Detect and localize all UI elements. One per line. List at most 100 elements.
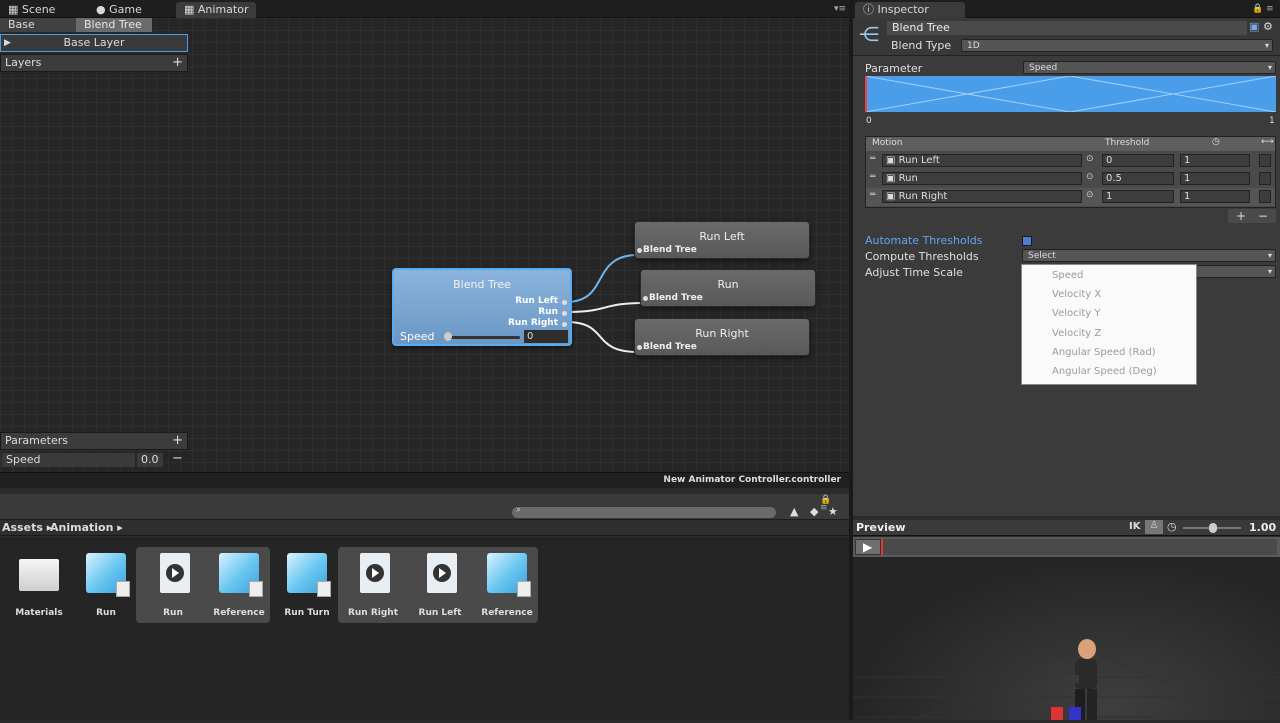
blend-tree-node[interactable]: Blend Tree Run Left Run Run Right Speed … — [392, 268, 572, 346]
header-threshold: Threshold — [1105, 138, 1150, 148]
drag-handle-icon[interactable]: ═ — [870, 172, 875, 182]
popup-option-velocity-x[interactable]: Velocity X — [1052, 289, 1101, 300]
port-run[interactable] — [562, 311, 567, 316]
controller-file-name: New Animator Controller.controller — [663, 475, 841, 485]
motion-row-run: ═ ▣ Run ⊙ 0.5 1 — [866, 170, 1275, 188]
blend-speed-slider-knob[interactable] — [444, 332, 452, 341]
motion-field[interactable]: ▣ Run Right — [882, 190, 1082, 203]
parameter-name-field[interactable]: Speed — [2, 453, 135, 467]
popup-option-velocity-z[interactable]: Velocity Z — [1052, 328, 1101, 339]
compute-thresholds-value: Select — [1028, 251, 1056, 261]
help-book-icon[interactable]: ▣ — [1249, 20, 1259, 33]
node-run-right[interactable]: Run Right Blend Tree — [634, 318, 810, 356]
connection-run-left — [565, 254, 639, 303]
node-run-port[interactable] — [643, 296, 648, 301]
node-run[interactable]: Run Blend Tree — [640, 269, 816, 307]
popup-option-velocity-y[interactable]: Velocity Y — [1052, 308, 1101, 319]
parameter-dropdown-value: Speed — [1029, 63, 1058, 73]
blend-speed-label: Speed — [400, 330, 435, 343]
time-scale-field[interactable]: 1 — [1180, 190, 1250, 203]
gear-icon[interactable]: ⚙ — [1263, 20, 1273, 33]
tab-inspector[interactable]: ⓘ Inspector — [855, 2, 965, 18]
preview-timeline[interactable]: ▶ — [853, 537, 1280, 557]
favorite-star-icon[interactable]: ★ — [828, 505, 838, 518]
node-run-right-port[interactable] — [637, 345, 642, 350]
timeline-track[interactable] — [883, 539, 1277, 555]
asset-run-model[interactable]: Run — [73, 549, 139, 621]
output-run-left: Run Left — [515, 296, 558, 306]
mirror-checkbox[interactable] — [1259, 154, 1271, 167]
ik-toggle[interactable]: IK — [1129, 521, 1140, 532]
time-scale-field[interactable]: 1 — [1180, 154, 1250, 167]
crumb-assets[interactable]: Assets ▸ — [2, 521, 52, 534]
playback-speed-knob[interactable] — [1209, 523, 1217, 533]
asset-run-turn[interactable]: Run Turn — [274, 549, 340, 621]
blend-speed-row: Speed 0 — [398, 330, 568, 344]
filter-type-icon[interactable]: ▲ — [790, 505, 798, 518]
node-run-left-port[interactable] — [637, 248, 642, 253]
inspector-header: ⋲ Blend Tree ▣ ⚙ Blend Type 1D ▾ — [853, 18, 1280, 56]
motion-field[interactable]: ▣ Run — [882, 172, 1082, 185]
remove-parameter-icon[interactable]: − — [172, 451, 183, 466]
automate-thresholds-checkbox[interactable] — [1022, 236, 1032, 246]
port-run-right[interactable] — [562, 322, 567, 327]
popup-option-angular-speed-deg[interactable]: Angular Speed (Deg) — [1052, 366, 1157, 377]
filter-label-icon[interactable]: ◆ — [810, 505, 818, 518]
model-icon — [86, 553, 130, 597]
motion-table-header: Motion Threshold ◷ ⟷ — [866, 137, 1275, 151]
port-run-left[interactable] — [562, 300, 567, 305]
preview-scene — [853, 639, 1280, 721]
clock-icon[interactable]: ◷ — [1212, 137, 1220, 147]
remove-motion-icon[interactable]: − — [1258, 209, 1268, 223]
project-breadcrumb: Assets ▸ Animation ▸ — [0, 520, 849, 536]
threshold-field[interactable]: 0 — [1102, 154, 1174, 167]
inspector-menu-icon[interactable]: ≡ — [1266, 5, 1278, 14]
threshold-field[interactable]: 1 — [1102, 190, 1174, 203]
playback-speed-slider[interactable] — [1183, 523, 1241, 533]
project-assets-grid: Materials Run Run Reference Run Turn Run… — [0, 537, 849, 720]
asset-reference-1[interactable]: Reference — [206, 549, 272, 621]
add-motion-icon[interactable]: + — [1236, 209, 1246, 223]
time-scale-field[interactable]: 1 — [1180, 172, 1250, 185]
project-lock-icon[interactable]: 🔒≡ — [820, 496, 832, 513]
drag-handle-icon[interactable]: ═ — [870, 190, 875, 200]
blend-speed-value[interactable]: 0 — [524, 330, 568, 343]
preview-play-button[interactable]: ▶ — [855, 539, 881, 555]
mirror-checkbox[interactable] — [1259, 190, 1271, 203]
object-name-field[interactable]: Blend Tree — [887, 21, 1247, 35]
parameter-dropdown[interactable]: Speed ▾ — [1023, 61, 1276, 74]
blend-graph[interactable] — [864, 75, 1277, 113]
object-picker-icon[interactable]: ⊙ — [1086, 172, 1094, 182]
avatar-icon[interactable]: ♙ — [1145, 520, 1163, 534]
compute-thresholds-dropdown[interactable]: Select ▾ — [1022, 249, 1276, 262]
blend-tree-icon: ⋲ — [859, 22, 879, 46]
mirror-icon[interactable]: ⟷ — [1261, 137, 1274, 147]
node-run-right-title: Run Right — [695, 327, 749, 340]
output-run-right: Run Right — [507, 318, 558, 328]
blend-speed-slider[interactable] — [446, 336, 520, 339]
asset-materials[interactable]: Materials — [6, 549, 72, 621]
popup-option-speed[interactable]: Speed — [1052, 270, 1083, 281]
lock-icon[interactable]: 🔒 — [1252, 5, 1264, 14]
preview-viewport[interactable] — [853, 557, 1280, 721]
motion-name: Run Right — [898, 191, 948, 202]
add-parameter-icon[interactable]: + — [172, 433, 183, 449]
threshold-field[interactable]: 0.5 — [1102, 172, 1174, 185]
motion-field[interactable]: ▣ Run Left — [882, 154, 1082, 167]
parameter-value-field[interactable]: 0.0 — [137, 453, 163, 467]
asset-run-right-clip[interactable]: Run Right — [340, 549, 406, 621]
asset-run-clip[interactable]: Run — [140, 549, 206, 621]
asset-reference-2[interactable]: Reference — [474, 549, 540, 621]
node-run-left[interactable]: Run Left Blend Tree — [634, 221, 810, 259]
object-picker-icon[interactable]: ⊙ — [1086, 190, 1094, 200]
crumb-animation[interactable]: Animation ▸ — [50, 521, 123, 534]
drag-handle-icon[interactable]: ═ — [870, 154, 875, 164]
mirror-checkbox[interactable] — [1259, 172, 1271, 185]
object-picker-icon[interactable]: ⊙ — [1086, 154, 1094, 164]
popup-option-angular-speed-rad[interactable]: Angular Speed (Rad) — [1052, 347, 1156, 358]
asset-run-left-clip[interactable]: Run Left — [407, 549, 473, 621]
blend-type-dropdown[interactable]: 1D ▾ — [961, 39, 1273, 52]
blend-graph-marker[interactable] — [865, 76, 867, 112]
motion-row-run-left: ═ ▣ Run Left ⊙ 0 1 — [866, 152, 1275, 170]
project-search-input[interactable]: ⌕ — [512, 505, 776, 518]
